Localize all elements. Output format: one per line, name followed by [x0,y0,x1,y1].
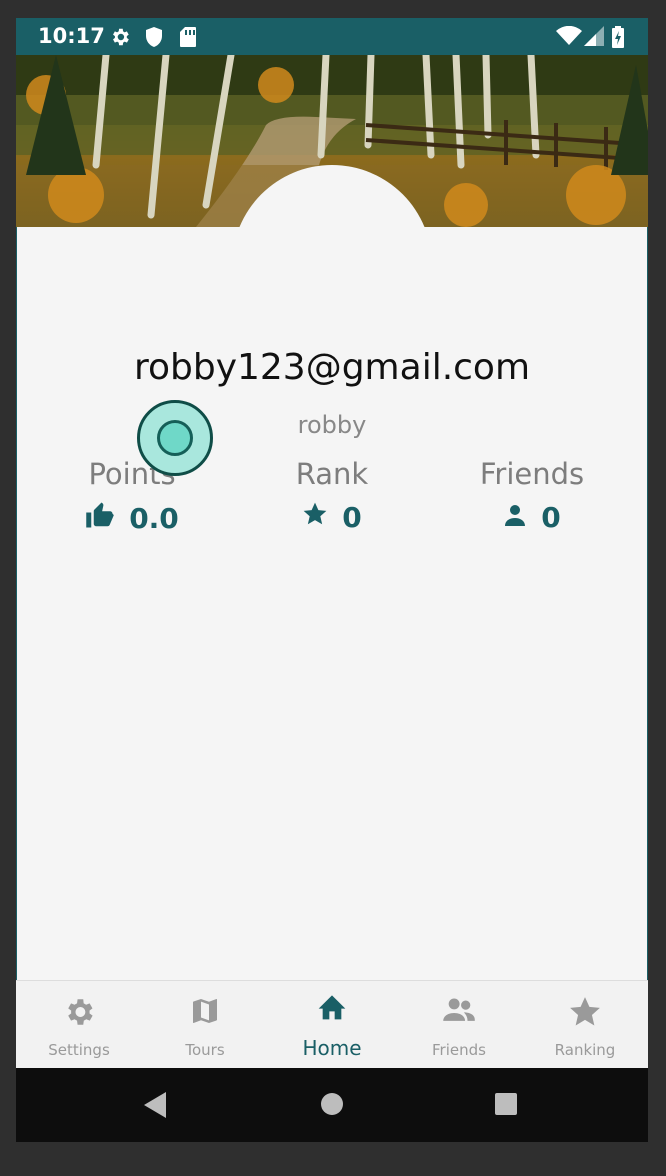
thumbs-up-icon [85,501,115,536]
profile-email: robby123@gmail.com [133,347,531,388]
stat-rank: Rank 0 [227,457,437,534]
profile-username: robby [297,411,367,439]
gear-icon [62,995,96,1034]
stat-friends-value: 0 [541,501,561,534]
status-bar: 10:17 [16,18,648,55]
stat-points-value: 0.0 [129,502,179,535]
people-icon [442,995,476,1030]
nav-label-tours: Tours [185,1041,225,1059]
nav-item-settings[interactable]: Settings [16,981,142,1069]
bottom-navigation: Settings Tours Home Friends Ranking [16,980,648,1069]
profile-banner-image [16,55,648,227]
status-time: 10:17 [38,24,105,48]
stat-rank-value: 0 [342,501,362,534]
star-icon [568,995,602,1034]
nav-label-home: Home [302,1036,362,1060]
stat-rank-label: Rank [295,457,369,491]
nav-item-ranking[interactable]: Ranking [522,981,648,1069]
nav-item-friends[interactable]: Friends [396,981,522,1069]
nav-label-friends: Friends [432,1041,486,1059]
nav-item-home[interactable]: Home [268,981,396,1069]
stat-points-label: Points [88,457,176,491]
wifi-icon [556,25,582,51]
back-icon[interactable] [144,1092,168,1123]
star-icon [302,501,328,534]
fab-dot-icon [157,420,193,456]
phone-screen: 10:17 robby123@gmail.com robby Points 0.… [16,18,648,1142]
nav-label-ranking: Ranking [554,1041,616,1059]
stat-points: Points 0.0 [27,457,237,536]
home-circle-icon[interactable] [320,1092,344,1121]
profile-content: robby123@gmail.com robby Points 0.0 Rank… [16,227,648,981]
floating-action-button[interactable] [137,400,213,476]
stat-friends: Friends 0 [427,457,637,534]
map-icon [189,995,221,1032]
shield-icon [144,26,164,53]
sd-card-icon [179,26,197,53]
nav-item-tours[interactable]: Tours [142,981,268,1069]
signal-icon [584,26,604,51]
recents-square-icon[interactable] [494,1092,518,1121]
home-icon [316,991,348,1026]
battery-charging-icon [612,26,624,53]
person-icon [503,501,527,534]
stat-friends-label: Friends [479,457,585,491]
system-navigation-bar [16,1068,648,1142]
settings-icon [109,26,131,53]
nav-label-settings: Settings [48,1041,110,1059]
